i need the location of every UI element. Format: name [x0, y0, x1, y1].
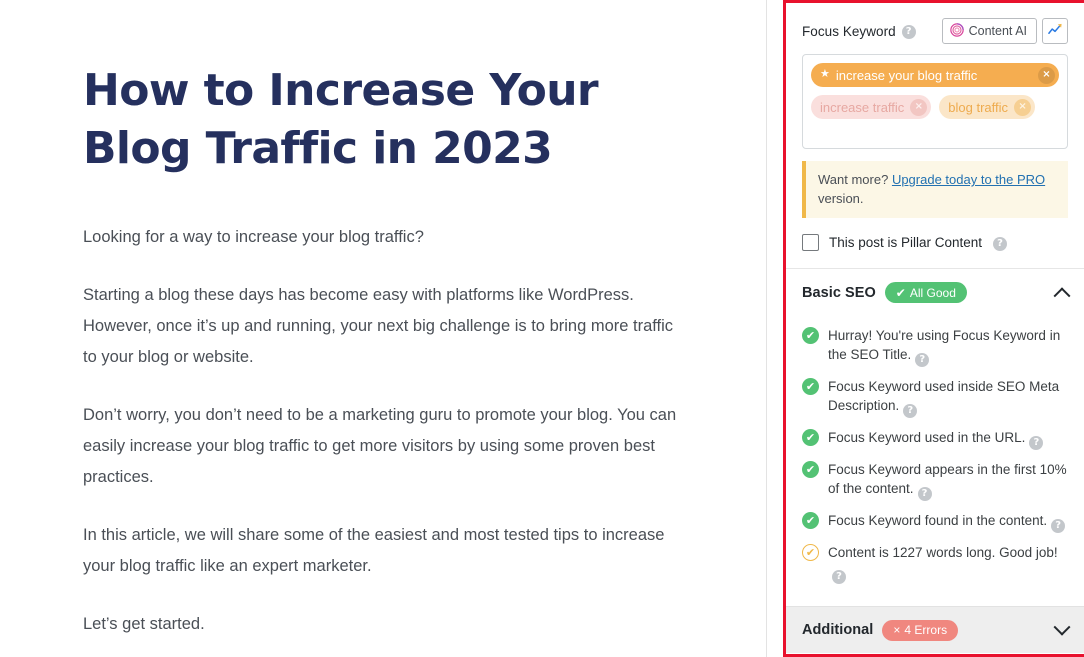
help-icon[interactable]: ? — [917, 487, 932, 501]
seo-check-item: ✔ Focus Keyword found in the content.? — [802, 511, 1068, 533]
keyword-tag-secondary[interactable]: increase traffic × — [811, 95, 932, 119]
content-ai-button[interactable]: Content AI — [941, 18, 1037, 44]
article-paragraph[interactable]: Starting a blog these days has become ea… — [83, 280, 683, 373]
remove-keyword-icon[interactable]: × — [1014, 98, 1032, 116]
basic-seo-status-badge: ✔ All Good — [884, 282, 967, 303]
check-ok-icon: ✔ — [802, 327, 819, 344]
upgrade-notice: Want more? Upgrade today to the PRO vers… — [802, 161, 1068, 218]
upgrade-notice-suffix: version. — [818, 191, 864, 206]
help-icon[interactable]: ? — [1029, 436, 1044, 450]
basic-seo-title: Basic SEO — [802, 284, 876, 301]
remove-keyword-icon[interactable]: × — [910, 98, 928, 116]
seo-check-item: ✔ Focus Keyword used inside SEO Meta Des… — [802, 377, 1068, 418]
seo-check-text: Content is 1227 words long. Good job! — [828, 545, 1058, 560]
seo-check-item: ✔ Focus Keyword used in the URL.? — [802, 428, 1068, 450]
check-ok-icon: ✔ — [802, 512, 819, 529]
check-ok-icon: ✔ — [802, 461, 819, 478]
basic-seo-checklist: ✔ Hurray! You're using Focus Keyword in … — [786, 316, 1084, 606]
seo-check-text: Hurray! You're using Focus Keyword in th… — [828, 328, 1061, 362]
help-icon[interactable]: ? — [901, 25, 916, 39]
basic-seo-accordion-header[interactable]: Basic SEO ✔ All Good — [786, 269, 1084, 316]
seo-check-item: ✔ Focus Keyword appears in the first 10%… — [802, 460, 1068, 501]
keyword-tag-secondary[interactable]: blog traffic × — [939, 95, 1036, 119]
check-icon: ✔ — [895, 285, 906, 300]
help-icon[interactable]: ? — [993, 236, 1008, 251]
pillar-content-checkbox[interactable] — [802, 234, 819, 251]
focus-keyword-header: Focus Keyword ? Content AI — [802, 16, 1068, 46]
additional-badge-label: 4 Errors — [904, 623, 948, 637]
help-icon[interactable]: ? — [1051, 519, 1066, 533]
article-paragraph[interactable]: Let’s get started. — [83, 609, 683, 640]
upgrade-pro-link[interactable]: Upgrade today to the PRO — [892, 172, 1045, 187]
trend-chart-icon — [1047, 22, 1063, 40]
trend-chart-button[interactable] — [1042, 18, 1068, 44]
content-ai-label: Content AI — [968, 24, 1027, 38]
keyword-tag-primary[interactable]: ★ increase your blog traffic × — [811, 63, 1059, 87]
screenshot-root: How to Increase Your Blog Traffic in 202… — [0, 0, 1084, 657]
help-icon[interactable]: ? — [915, 353, 930, 367]
focus-keyword-input-box[interactable]: ★ increase your blog traffic × increase … — [802, 54, 1068, 149]
basic-seo-badge-label: All Good — [909, 285, 956, 300]
chevron-down-icon[interactable] — [1053, 618, 1071, 636]
article-content-area[interactable]: How to Increase Your Blog Traffic in 202… — [0, 0, 784, 657]
seo-check-text: Focus Keyword used in the URL. — [828, 430, 1026, 445]
article-paragraph[interactable]: In this article, we will share some of t… — [83, 520, 683, 582]
check-ok-icon: ✔ — [802, 429, 819, 446]
article-paragraph[interactable]: Don’t worry, you don’t need to be a mark… — [83, 400, 683, 493]
seo-check-item: ✔ Content is 1227 words long. Good job!? — [802, 543, 1068, 584]
star-icon: ★ — [820, 68, 830, 80]
focus-keyword-section: Focus Keyword ? Content AI ★ increase yo… — [786, 3, 1084, 268]
article-paragraph[interactable]: Looking for a way to increase your blog … — [83, 222, 683, 253]
sidebar-gutter — [767, 0, 783, 657]
article-title[interactable]: How to Increase Your Blog Traffic in 202… — [83, 62, 623, 178]
seo-check-text: Focus Keyword appears in the first 10% o… — [828, 462, 1067, 496]
upgrade-notice-prefix: Want more? — [818, 172, 892, 187]
additional-title: Additional — [802, 622, 874, 638]
check-warning-icon: ✔ — [802, 544, 819, 561]
additional-accordion-header[interactable]: Additional × 4 Errors — [786, 606, 1084, 653]
seo-sidebar-panel: Focus Keyword ? Content AI ★ increase yo… — [783, 0, 1084, 657]
focus-keyword-label: Focus Keyword — [802, 23, 896, 39]
pillar-content-label: This post is Pillar Content — [829, 235, 983, 250]
keyword-tag-label: increase traffic — [820, 99, 905, 115]
seo-check-text: Focus Keyword found in the content. — [828, 513, 1048, 528]
check-ok-icon: ✔ — [802, 378, 819, 395]
seo-check-item: ✔ Hurray! You're using Focus Keyword in … — [802, 326, 1068, 367]
help-icon[interactable]: ? — [832, 570, 846, 584]
remove-keyword-icon[interactable]: × — [1038, 66, 1055, 84]
pillar-content-row[interactable]: This post is Pillar Content ? — [802, 234, 1068, 268]
content-ai-spiral-icon — [949, 22, 964, 40]
close-icon: × — [893, 623, 901, 637]
additional-status-badge: × 4 Errors — [882, 619, 959, 641]
help-icon[interactable]: ? — [903, 404, 918, 418]
chevron-up-icon[interactable] — [1053, 286, 1071, 304]
seo-check-text: Focus Keyword used inside SEO Meta Descr… — [828, 379, 1060, 413]
keyword-tag-label: increase your blog traffic — [835, 67, 978, 83]
keyword-tag-label: blog traffic — [948, 99, 1009, 115]
